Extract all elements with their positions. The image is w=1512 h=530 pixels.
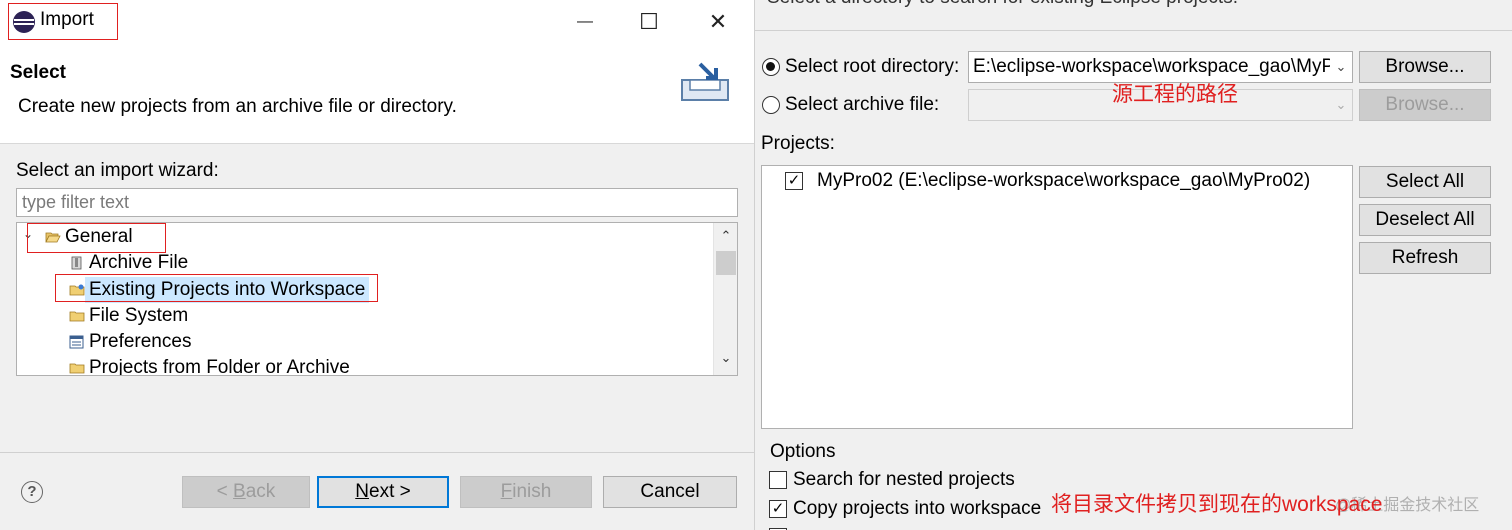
nested-projects-checkbox[interactable] [769,471,787,489]
copy-projects-label: Copy projects into workspace [793,498,1042,519]
scroll-down-icon[interactable]: ⌄ [714,347,737,369]
nested-projects-label: Search for nested projects [793,469,1015,490]
annotation-box-general [27,223,166,253]
folder-icon [69,363,85,374]
projects-list [761,165,1353,429]
import-dialog: Import — ☐ ✕ Select Create new projects … [0,0,755,530]
page-description: Select a directory to search for existin… [767,0,1238,9]
wizard-label: Select an import wizard: [16,160,219,181]
project-label: MyPro02 (E:\eclipse-workspace\workspace_… [817,170,1311,191]
title-bar: Import — ☐ ✕ [0,0,754,44]
archive-file-radio[interactable] [762,96,780,114]
next-button[interactable]: Next > [317,476,449,508]
annotation-copy-to-workspace: 将目录文件拷贝到现在的workspace [1051,493,1383,516]
chevron-down-icon[interactable]: ⌄ [1330,52,1352,82]
filter-input[interactable] [16,188,738,217]
folder-icon [69,311,85,322]
cancel-button[interactable]: Cancel [603,476,737,508]
browse-archive-button[interactable]: Browse... [1359,89,1491,121]
tree-item-label: Projects from Folder or Archive [89,357,350,376]
options-label: Options [770,441,836,462]
tree-item-label: Archive File [89,252,189,273]
minimize-button[interactable]: — [572,10,598,36]
browse-directory-button[interactable]: Browse... [1359,51,1491,83]
close-button[interactable]: ✕ [705,10,731,36]
page-description: Create new projects from an archive file… [18,96,457,117]
divider [0,452,754,453]
scroll-up-icon[interactable]: ⌃ [714,225,737,247]
tree-item-label: Preferences [89,331,192,352]
refresh-button[interactable]: Refresh [1359,242,1491,274]
chevron-down-icon[interactable]: ⌄ [1330,90,1352,120]
tree-scrollbar[interactable]: ⌃ ⌄ [713,223,737,375]
root-directory-label: Select root directory: [785,56,960,77]
preferences-icon [69,335,84,349]
maximize-button[interactable]: ☐ [636,10,662,36]
project-checkbox[interactable]: ✓ [785,172,803,190]
import-projects-page: Select a directory to search for existin… [755,0,1512,530]
select-all-button[interactable]: Select All [1359,166,1491,198]
deselect-all-button[interactable]: Deselect All [1359,204,1491,236]
root-directory-value: E:\eclipse-workspace\workspace_gao\MyPro… [973,56,1353,77]
finish-button[interactable]: Finish [460,476,592,508]
archive-icon [71,256,82,270]
page-title: Select [10,62,66,83]
annotation-source-path: 源工程的路径 [1112,83,1238,106]
scroll-thumb[interactable] [716,251,736,275]
root-directory-radio[interactable] [762,58,780,76]
annotation-box-title [8,3,118,40]
help-icon[interactable]: ? [21,481,43,503]
annotation-box-existing-projects [55,274,378,302]
back-button[interactable]: < Back [182,476,310,508]
copy-projects-checkbox[interactable]: ✓ [769,500,787,518]
import-banner-icon [681,62,729,101]
tree-item-label: File System [89,305,189,326]
divider [755,30,1512,31]
wizard-header [0,44,754,144]
projects-label: Projects: [761,133,835,154]
archive-file-label: Select archive file: [785,94,940,115]
